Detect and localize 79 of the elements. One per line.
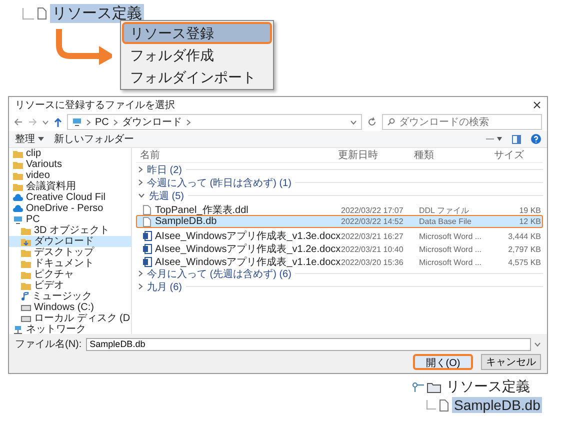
new-folder-button[interactable]: 新しいフォルダー xyxy=(54,132,134,146)
network-icon xyxy=(13,326,23,334)
open-button[interactable]: 開く(O) xyxy=(413,354,473,370)
help-icon[interactable] xyxy=(531,134,541,144)
group-header[interactable]: 今月に入って (先週は含めず) (6) xyxy=(136,267,543,280)
folder-icon xyxy=(427,382,441,392)
navigation-item[interactable]: ダウンロード xyxy=(9,236,131,247)
tree-node[interactable]: SampleDB.db xyxy=(452,397,542,413)
pc-icon xyxy=(13,216,23,224)
document-icon xyxy=(143,257,152,267)
menu-item[interactable]: フォルダインポート xyxy=(122,66,272,88)
tree-node[interactable]: リソース定義 xyxy=(50,4,144,23)
navigation-item[interactable]: 3D オブジェクト xyxy=(9,225,131,236)
view-options-icon[interactable] xyxy=(486,136,502,142)
group-header[interactable]: 先週 (5) xyxy=(136,189,543,202)
file-row[interactable]: TopPanel_作業表.ddl 2022/03/22 17:07 DDL ファイル 19 KB xyxy=(136,202,543,215)
navigation-item[interactable]: PC xyxy=(9,214,131,225)
navigation-item[interactable]: ネットワーク xyxy=(9,324,131,334)
chevron-icon xyxy=(112,118,118,126)
chevron-icon xyxy=(186,118,191,126)
dropdown-caret-icon[interactable] xyxy=(350,120,357,124)
group-header[interactable]: 今週に入って (昨日は含めず) (1) xyxy=(136,176,543,189)
tree-node[interactable]: リソース定義 xyxy=(444,378,532,396)
navigation-item[interactable]: video xyxy=(9,170,131,181)
up-arrow-icon[interactable] xyxy=(54,118,62,126)
document-icon xyxy=(143,231,152,241)
file-row[interactable]: AIsee_Windowsアプリ作成表_v1.3e.docx2022/03/21 16:27 Microsoft Word ... 3,444 KB xyxy=(136,228,543,241)
file-row[interactable]: AIsee_Windowsアプリ作成表_v1.2e.docx2022/03/21 10:40 Microsoft Word ... 2,797 KB xyxy=(136,241,543,254)
search-field[interactable]: ダウンロードの検索 xyxy=(382,114,542,130)
column-header[interactable]: 名前 xyxy=(140,148,338,162)
close-icon[interactable] xyxy=(533,101,541,109)
navigation-item[interactable]: Variouts xyxy=(9,159,131,170)
filename-label: ファイル名(N): xyxy=(15,338,82,351)
organize-menu[interactable]: 整理 xyxy=(15,132,44,146)
navigation-item[interactable]: ビデオ xyxy=(9,280,131,291)
tree-expander-icon[interactable] xyxy=(412,382,424,392)
navigation-item[interactable]: Creative Cloud Fil xyxy=(9,192,131,203)
document-icon xyxy=(143,244,152,254)
folder-icon xyxy=(21,238,31,246)
navigation-item[interactable]: ドキュメント xyxy=(9,258,131,269)
preview-pane-icon[interactable] xyxy=(512,134,521,144)
file-row[interactable]: SampleDB.db 2022/03/22 14:52 Data Base File 12 KB xyxy=(136,215,543,228)
back-arrow-icon[interactable] xyxy=(14,118,23,126)
navigation-item[interactable]: ピクチャ xyxy=(9,269,131,280)
chevron-icon xyxy=(86,118,91,126)
breadcrumb[interactable]: PC xyxy=(95,116,109,128)
navigation-item[interactable]: 会議資料用 xyxy=(9,181,131,192)
tree-connector-icon xyxy=(22,8,34,20)
menu-item[interactable]: リソース登録 xyxy=(122,22,272,44)
column-header[interactable]: サイズ xyxy=(494,148,534,162)
caret-icon[interactable] xyxy=(42,120,49,124)
column-header[interactable]: 種類 xyxy=(414,148,494,162)
column-header[interactable]: 更新日時 xyxy=(338,148,414,162)
refresh-icon[interactable] xyxy=(367,117,377,127)
caret-icon xyxy=(38,137,44,141)
group-header[interactable]: 昨日 (2) xyxy=(136,163,543,176)
tree-connector-icon xyxy=(426,400,436,410)
bent-arrow-icon xyxy=(54,29,112,65)
navigation-item[interactable]: デスクトップ xyxy=(9,247,131,258)
navigation-item[interactable]: Windows (C:) xyxy=(9,302,131,313)
file-icon xyxy=(37,7,47,20)
music-note-icon xyxy=(21,292,29,301)
file-row[interactable]: AIsee_Windowsアプリ作成表_v1.1e.docx2022/03/20 15:36 Microsoft Word ... 4,575 KB xyxy=(136,254,543,267)
group-header[interactable]: 九月 (6) xyxy=(136,280,543,293)
navigation-item[interactable]: clip xyxy=(9,148,131,159)
filename-field[interactable]: SampleDB.db xyxy=(86,338,531,350)
window-title: リソースに登録するファイルを選択 xyxy=(15,99,175,112)
dropdown-caret-icon[interactable] xyxy=(534,342,541,346)
menu-item[interactable]: フォルダ作成 xyxy=(122,44,272,66)
navigation-item[interactable]: OneDrive - Perso xyxy=(9,203,131,214)
navigation-item[interactable]: ローカル ディスク (D xyxy=(9,313,131,324)
pc-icon xyxy=(72,118,82,126)
chevron-down-icon xyxy=(138,193,145,198)
file-icon xyxy=(439,398,449,412)
navigation-item[interactable]: ミュージック xyxy=(9,291,131,302)
breadcrumb[interactable]: ダウンロード xyxy=(122,115,182,129)
cancel-button[interactable]: キャンセル xyxy=(481,354,541,370)
address-bar[interactable]: PC ダウンロード xyxy=(67,114,362,130)
search-icon xyxy=(387,118,395,126)
